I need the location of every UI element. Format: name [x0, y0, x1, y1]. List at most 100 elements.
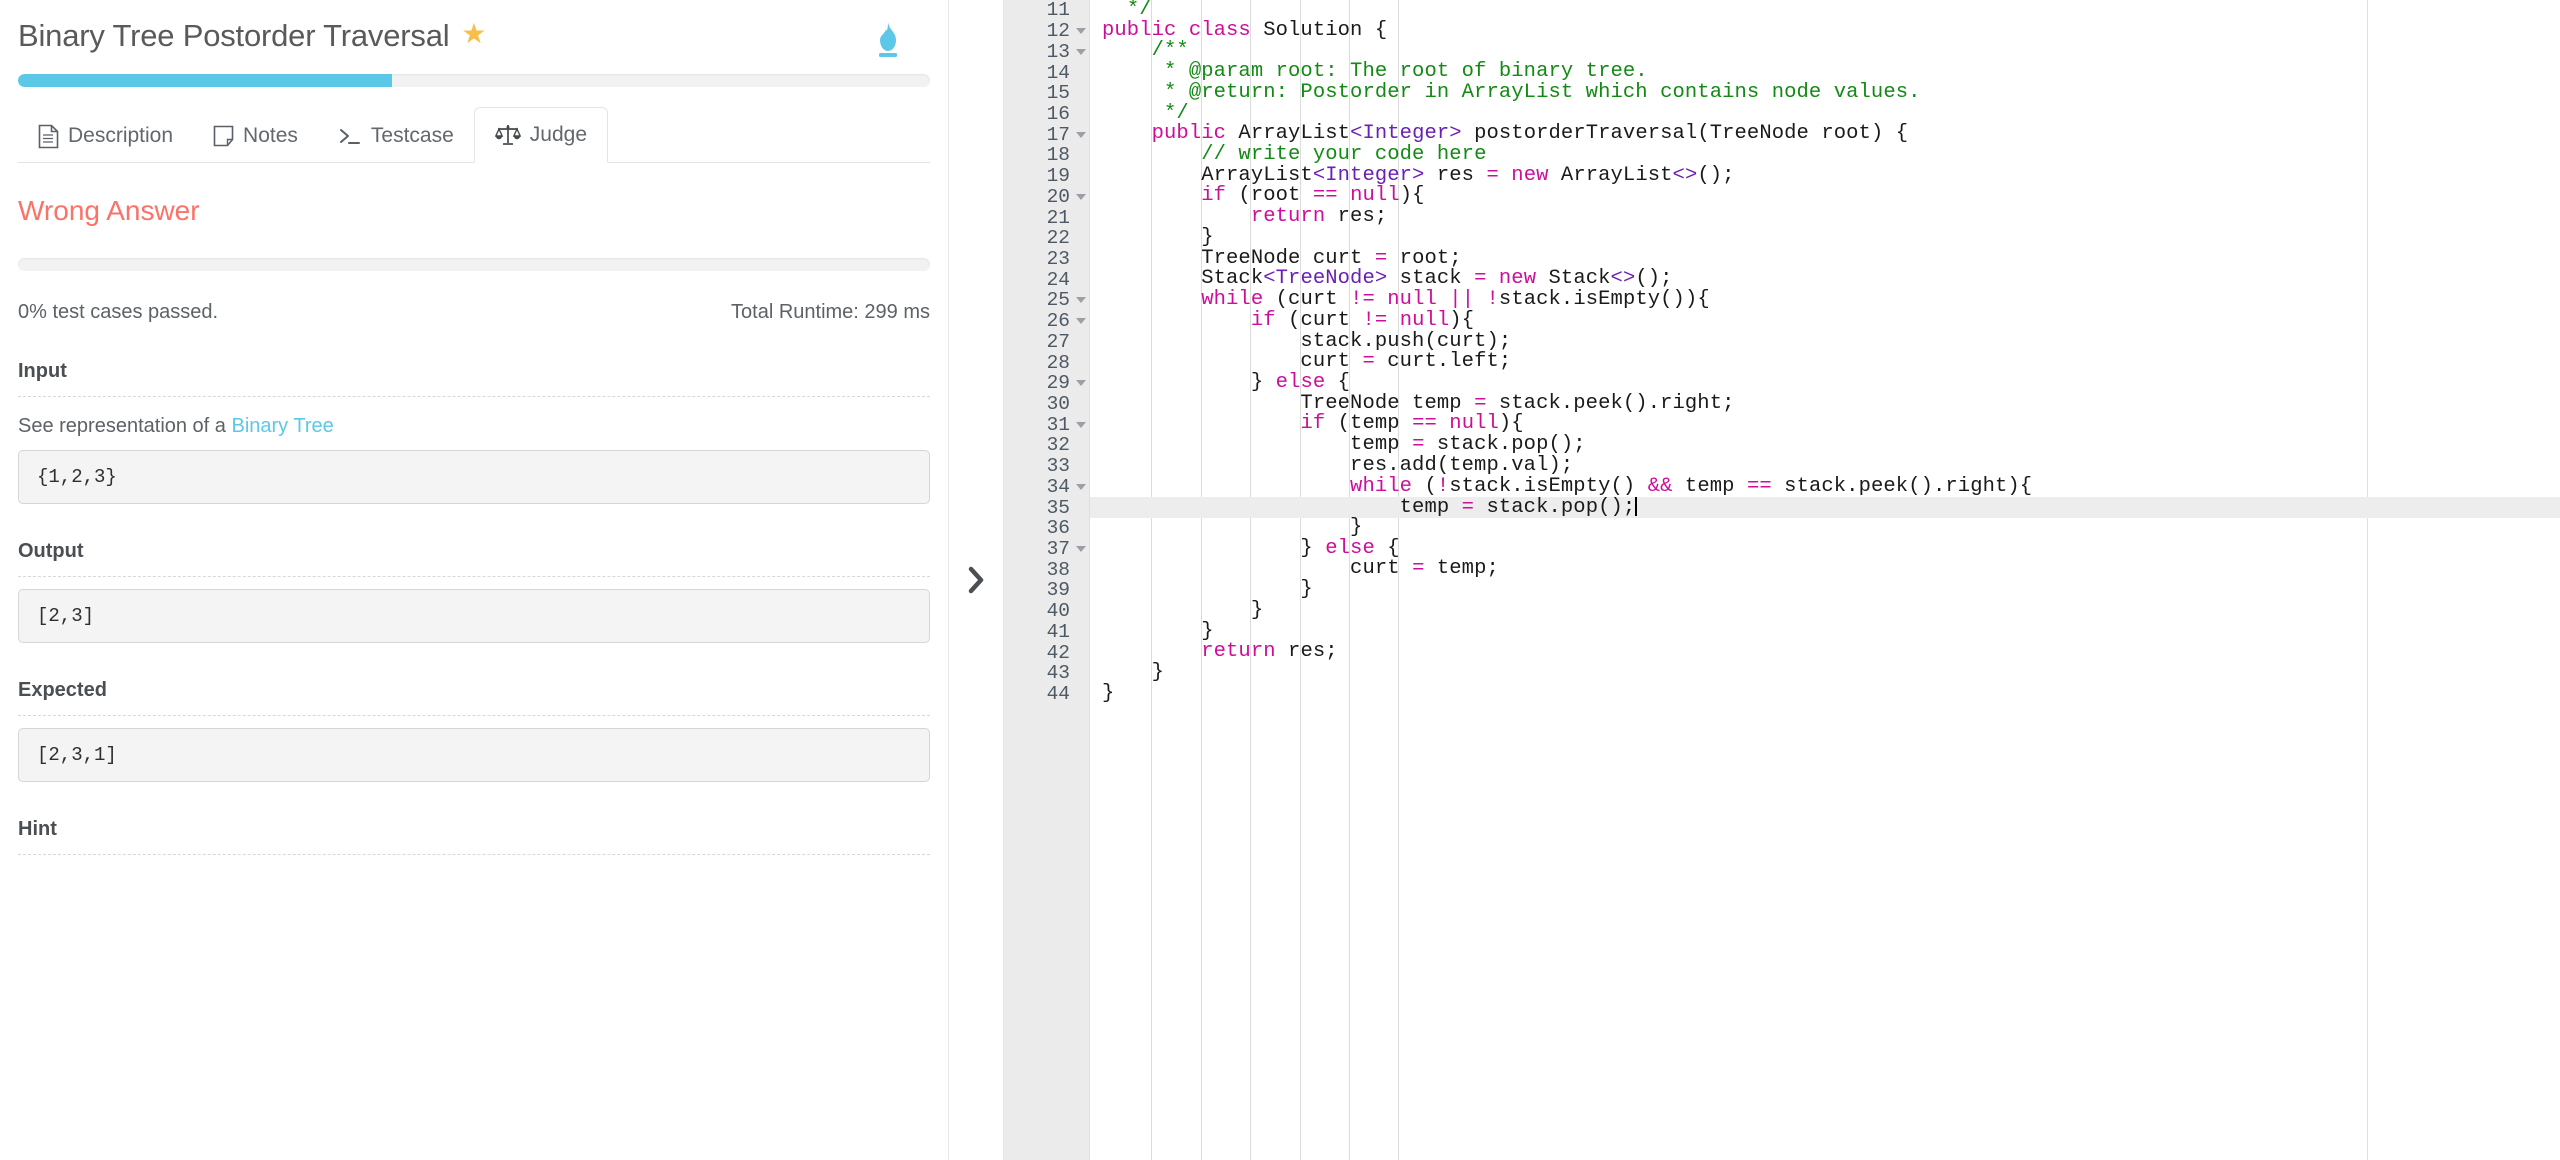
code-line[interactable]: 22 }: [1004, 227, 2560, 250]
fold-arrow-icon[interactable]: [1076, 48, 1086, 55]
divider: [18, 715, 930, 716]
code-line[interactable]: 31 if (temp == null){: [1004, 412, 2560, 436]
code-text: } else {: [1102, 370, 1351, 394]
code-line[interactable]: 14 * @param root: The root of binary tre…: [1004, 61, 2560, 84]
code-line[interactable]: 18 // write your code here: [1004, 144, 2560, 166]
code-line[interactable]: 16 */: [1004, 103, 2560, 125]
star-icon[interactable]: ★: [461, 20, 486, 48]
code-line[interactable]: 15 * @return: Postorder in ArrayList whi…: [1004, 82, 2560, 105]
line-number: 19: [1046, 165, 1070, 188]
code-text: stack.push(curt);: [1102, 329, 1512, 353]
code-line[interactable]: 41 }: [1004, 619, 2560, 643]
fold-arrow-icon[interactable]: [1076, 421, 1086, 428]
code-text: public ArrayList<Integer> postorderTrave…: [1151, 122, 1909, 146]
code-line[interactable]: 24 Stack<TreeNode> stack = new Stack<>()…: [1004, 268, 2560, 290]
code-text: }: [1102, 619, 1214, 643]
line-number: 39: [1046, 579, 1070, 602]
code-line[interactable]: 29 } else {: [1004, 370, 2560, 394]
line-number: 32: [1046, 434, 1070, 457]
code-text: } else {: [1102, 536, 1400, 560]
terminal-icon: [339, 129, 360, 144]
line-number: 37: [1004, 538, 1090, 560]
fold-arrow-icon[interactable]: [1076, 318, 1086, 325]
tab-label: Judge: [529, 123, 587, 146]
input-value: {1,2,3}: [18, 450, 930, 504]
code-line[interactable]: 33 res.add(temp.val);: [1004, 455, 2560, 477]
line-number: 15: [1046, 82, 1070, 105]
line-number: 26: [1004, 310, 1090, 332]
fold-arrow-icon[interactable]: [1076, 546, 1086, 553]
line-number: 22: [1046, 227, 1070, 250]
code-line[interactable]: 12 public class Solution {: [1004, 20, 2560, 42]
line-number: 28: [1046, 351, 1070, 374]
left-panel: Binary Tree Postorder Traversal ★ Descri…: [0, 0, 948, 1160]
code-line[interactable]: 37 } else {: [1004, 536, 2560, 560]
fold-arrow-icon[interactable]: [1076, 297, 1086, 304]
line-number: 11: [1046, 0, 1070, 22]
code-line[interactable]: 11 */: [1004, 0, 2560, 21]
expected-value: [2,3,1]: [18, 728, 930, 782]
code-line[interactable]: 44}: [1004, 681, 2560, 705]
fold-arrow-icon[interactable]: [1076, 131, 1086, 138]
code-line[interactable]: 30 TreeNode temp = stack.peek().right;: [1004, 393, 2560, 416]
line-number: 13: [1004, 41, 1090, 63]
code-line[interactable]: 21 return res;: [1004, 205, 2560, 229]
code-line[interactable]: 43 }: [1004, 662, 2560, 684]
code-line[interactable]: 35 temp = stack.pop();: [1004, 496, 2560, 519]
line-number: 14: [1046, 61, 1070, 84]
code-line[interactable]: 28 curt = curt.left;: [1004, 351, 2560, 374]
tab-testcase[interactable]: Testcase: [318, 110, 474, 162]
test-cases-passed: 0% test cases passed.: [18, 301, 219, 323]
problem-progress-bar: [18, 74, 930, 87]
code-line[interactable]: 38 curt = temp;: [1004, 559, 2560, 581]
code-line[interactable]: 20 if (root == null){: [1004, 184, 2560, 208]
code-line[interactable]: 19 ArrayList<Integer> res = new ArrayLis…: [1004, 165, 2560, 188]
binary-tree-link[interactable]: Binary Tree: [231, 415, 333, 437]
code-line[interactable]: 32 temp = stack.pop();: [1004, 434, 2560, 457]
fold-arrow-icon[interactable]: [1076, 193, 1086, 200]
code-line[interactable]: 17 public ArrayList<Integer> postorderTr…: [1004, 122, 2560, 146]
code-text: }: [1102, 681, 1115, 705]
line-number: 42: [1046, 641, 1070, 664]
code-line[interactable]: 23 TreeNode curt = root;: [1004, 248, 2560, 270]
code-line[interactable]: 13 /**: [1004, 41, 2560, 63]
page-title: Binary Tree Postorder Traversal: [18, 18, 450, 53]
tab-judge[interactable]: Judge: [473, 107, 608, 163]
panel-tabs: Description Notes Testcase Judge: [18, 107, 930, 163]
code-text: if (root == null){: [1201, 184, 1425, 208]
code-line[interactable]: 25 while (curt != null || !stack.isEmpty…: [1004, 289, 2560, 311]
line-number: 30: [1046, 393, 1070, 416]
code-text: return res;: [1250, 205, 1388, 229]
divider: [18, 396, 930, 397]
note-icon: [213, 125, 234, 147]
code-lines[interactable]: 11 */12 public class Solution {13 /** 14 *…: [1004, 0, 2560, 705]
tab-notes[interactable]: Notes: [193, 110, 318, 162]
tab-label: Notes: [243, 124, 298, 147]
line-number: 36: [1046, 517, 1070, 540]
output-value: [2,3]: [18, 589, 930, 643]
fold-arrow-icon[interactable]: [1076, 483, 1086, 490]
fold-arrow-icon[interactable]: [1076, 28, 1086, 35]
line-number: 17: [1004, 124, 1090, 146]
lamp-flame-icon[interactable]: [868, 18, 908, 60]
code-editor[interactable]: 11 */12 public class Solution {13 /** 14 *…: [1004, 0, 2560, 1160]
code-line[interactable]: 40 }: [1004, 600, 2560, 622]
hint-heading: Hint: [18, 818, 57, 840]
chevron-right-icon[interactable]: [965, 564, 987, 596]
code-line[interactable]: 27 stack.push(curt);: [1004, 329, 2560, 353]
code-line[interactable]: 34 while (!stack.isEmpty() && temp == st…: [1004, 476, 2560, 498]
code-text: }: [1102, 515, 1363, 539]
tab-description[interactable]: Description: [18, 110, 193, 162]
code-text: if (temp == null){: [1300, 412, 1524, 436]
code-line[interactable]: 36 }: [1004, 515, 2560, 540]
code-line[interactable]: 39 }: [1004, 579, 2560, 602]
total-runtime: Total Runtime: 299 ms: [731, 301, 930, 323]
code-line[interactable]: 42 return res;: [1004, 641, 2560, 664]
code-text: if (curt != null){: [1250, 308, 1475, 332]
balance-scale-icon: [494, 125, 521, 145]
panel-splitter[interactable]: [948, 0, 1004, 1160]
code-line[interactable]: 26 if (curt != null){: [1004, 308, 2560, 332]
line-number: 35: [1046, 496, 1070, 519]
fold-arrow-icon[interactable]: [1076, 380, 1086, 387]
tab-label: Testcase: [370, 124, 454, 147]
